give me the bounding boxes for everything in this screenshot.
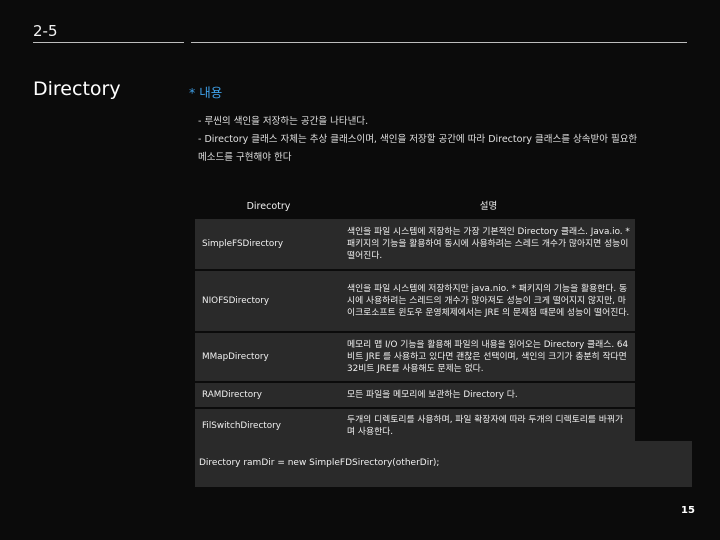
directory-name-cell: RAMDirectory [195, 383, 342, 407]
bullet-line: - Directory 클래스 자체는 추상 클래스이며, 색인을 저장할 공간… [198, 134, 638, 145]
content-heading: * 내용 [189, 85, 223, 100]
section-number: 2-5 [33, 22, 58, 40]
directory-name-cell: FilSwitchDirectory [195, 409, 342, 443]
table-row: RAMDirectory 모든 파일을 메모리에 보관하는 Directory … [195, 383, 635, 407]
page-number: 15 [681, 505, 695, 516]
side-title: Directory [33, 78, 121, 100]
code-box: Directory ramDir = new SimpleFDSirectory… [195, 441, 692, 487]
table-row: FilSwitchDirectory 두개의 디렉토리를 사용하며, 파일 확장… [195, 409, 635, 443]
header-rule-left [33, 42, 184, 43]
table-row: MMapDirectory 메모리 맵 I/O 기능을 활용해 파일의 내용을 … [195, 333, 635, 381]
table-row: NIOFSDirectory 색인을 파일 시스템에 저장하지만 java.ni… [195, 271, 635, 331]
header-rule-right [191, 42, 687, 43]
directory-name-cell: MMapDirectory [195, 333, 342, 381]
directory-description-cell: 모든 파일을 메모리에 보관하는 Directory 다. [342, 383, 635, 407]
table-header-description: 설명 [342, 197, 635, 217]
directory-description-cell: 메모리 맵 I/O 기능을 활용해 파일의 내용을 읽어오는 Directory… [342, 333, 635, 381]
bullet-line: - 루씬의 색인을 저장하는 공간을 나타낸다. [198, 116, 369, 127]
table-header-directory: Direcotry [195, 197, 342, 217]
table-row: SimpleFSDirectory 색인을 파일 시스템에 저장하는 가장 기본… [195, 219, 635, 269]
directory-name-cell: SimpleFSDirectory [195, 219, 342, 269]
code-snippet: Directory ramDir = new SimpleFDSirectory… [199, 458, 440, 468]
table-header-row: Direcotry 설명 [195, 197, 635, 217]
directory-description-cell: 두개의 디렉토리를 사용하며, 파일 확장자에 따라 두개의 디렉토리를 바꿔가… [342, 409, 635, 443]
directory-table: Direcotry 설명 SimpleFSDirectory 색인을 파일 시스… [195, 195, 635, 445]
directory-name-cell: NIOFSDirectory [195, 271, 342, 331]
directory-description-cell: 색인을 파일 시스템에 저장하지만 java.nio. * 패키지의 기능을 활… [342, 271, 635, 331]
directory-description-cell: 색인을 파일 시스템에 저장하는 가장 기본적인 Directory 클래스. … [342, 219, 635, 269]
bullet-line: 메소드를 구현해야 한다 [198, 152, 292, 163]
